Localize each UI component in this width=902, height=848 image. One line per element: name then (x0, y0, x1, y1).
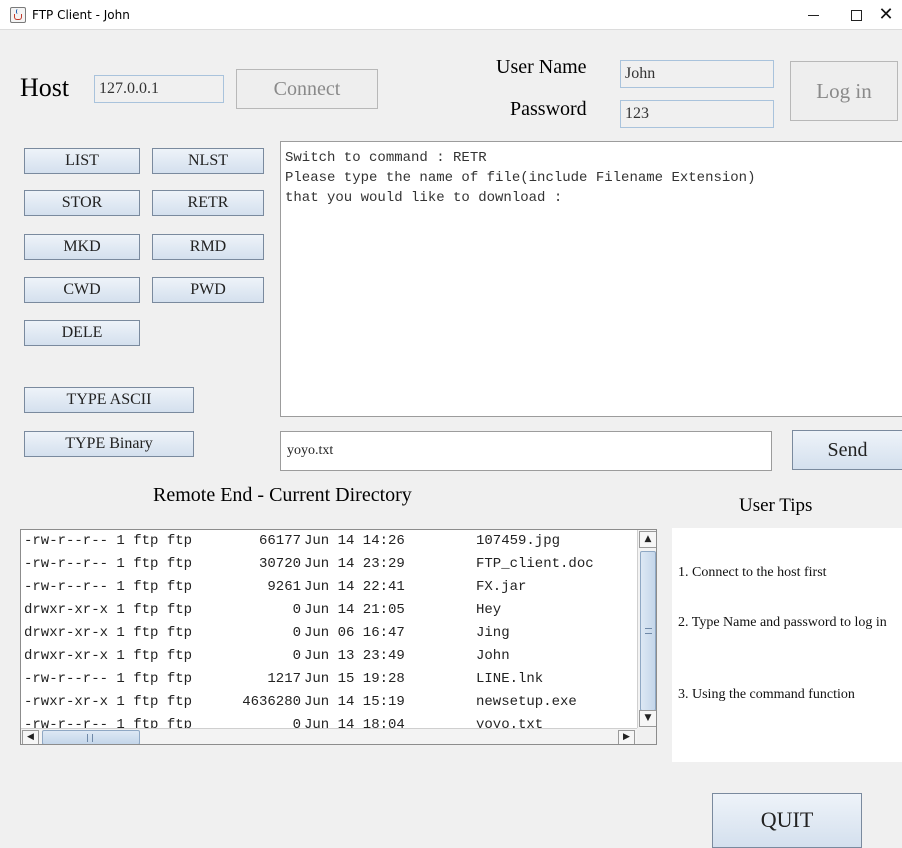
file-name: LINE.lnk (476, 671, 544, 687)
file-size: 30720 (258, 556, 301, 572)
type-ascii-button[interactable]: TYPE ASCII (24, 387, 194, 413)
title-bar: FTP Client - John ✕ (0, 0, 902, 30)
file-date: Jun 14 14:26 (304, 533, 405, 549)
output-text-area[interactable]: Switch to command : RETR Please type the… (280, 141, 902, 417)
file-date: Jun 15 19:28 (304, 671, 405, 687)
host-input[interactable]: 127.0.0.1 (94, 75, 224, 103)
list-button[interactable]: LIST (24, 148, 140, 174)
horizontal-scroll-thumb[interactable] (42, 730, 140, 744)
username-input[interactable]: John (620, 60, 774, 88)
password-label: Password (510, 98, 587, 120)
scroll-up-icon[interactable]: ▲ (639, 531, 656, 548)
file-size: 0 (292, 602, 301, 618)
user-tips-panel: 1. Connect to the host first 2. Type Nam… (672, 528, 902, 762)
minimize-icon[interactable] (790, 0, 836, 30)
file-size: 66177 (258, 533, 301, 549)
output-line: Switch to command : RETR (285, 150, 487, 166)
tip-item: 3. Using the command function (678, 687, 855, 702)
output-line: that you would like to download : (285, 190, 563, 206)
scroll-corner (637, 728, 656, 744)
file-row[interactable]: -rw-r--r-- 1 ftp ftp 1217 Jun 15 19:28 LINE… (21, 668, 638, 691)
file-date: Jun 14 21:05 (304, 602, 405, 618)
file-name: 107459.jpg (476, 533, 561, 549)
tip-item: 1. Connect to the host first (678, 565, 827, 580)
stor-button[interactable]: STOR (24, 190, 140, 216)
file-permissions: -rw-r--r-- 1 ftp ftp (24, 533, 193, 549)
vertical-scroll-thumb[interactable] (640, 551, 656, 711)
file-date: Jun 14 15:19 (304, 694, 405, 710)
remote-file-list[interactable]: -rw-r--r-- 1 ftp ftp 66177 Jun 14 14:26 107… (20, 529, 657, 745)
file-date: Jun 14 18:04 (304, 717, 405, 728)
command-input[interactable]: yoyo.txt (280, 431, 772, 471)
file-row[interactable]: -rw-r--r-- 1 ftp ftp 9261 Jun 14 22:41 FX.j… (21, 576, 638, 599)
scroll-down-icon[interactable]: ▼ (639, 710, 656, 727)
file-name: Jing (476, 625, 510, 641)
file-permissions: -rw-r--r-- 1 ftp ftp (24, 556, 193, 572)
file-rows: -rw-r--r-- 1 ftp ftp 66177 Jun 14 14:26 107… (21, 530, 638, 728)
file-permissions: -rw-r--r-- 1 ftp ftp (24, 579, 193, 595)
connect-button[interactable]: Connect (236, 69, 378, 109)
file-name: John (476, 648, 510, 664)
output-line: Please type the name of file(include Fil… (285, 170, 756, 186)
file-row[interactable]: drwxr-xr-x 1 ftp ftp 0 Jun 14 21:05 Hey (21, 599, 638, 622)
file-date: Jun 14 23:29 (304, 556, 405, 572)
mkd-button[interactable]: MKD (24, 234, 140, 260)
host-label: Host (20, 73, 70, 102)
file-size: 0 (292, 717, 301, 728)
file-permissions: -rw-r--r-- 1 ftp ftp (24, 671, 193, 687)
file-name: Hey (476, 602, 502, 618)
file-row[interactable]: -rw-r--r-- 1 ftp ftp 0 Jun 14 18:04 yoyo.tx… (21, 714, 638, 728)
scroll-right-icon[interactable]: ▶ (618, 730, 635, 744)
cwd-button[interactable]: CWD (24, 277, 140, 303)
file-size: 0 (292, 625, 301, 641)
send-button[interactable]: Send (792, 430, 902, 470)
file-name: yoyo.txt (476, 717, 544, 728)
type-binary-button[interactable]: TYPE Binary (24, 431, 194, 457)
vertical-scrollbar[interactable]: ▲ ▼ (637, 530, 656, 728)
file-permissions: drwxr-xr-x 1 ftp ftp (24, 625, 193, 641)
rmd-button[interactable]: RMD (152, 234, 264, 260)
dele-button[interactable]: DELE (24, 320, 140, 346)
java-cup-icon (10, 7, 26, 23)
window-title: FTP Client - John (32, 8, 130, 22)
file-date: Jun 06 16:47 (304, 625, 405, 641)
tip-item: 2. Type Name and password to log in (678, 615, 887, 630)
file-size: 9261 (267, 579, 301, 595)
file-row[interactable]: -rw-r--r-- 1 ftp ftp 66177 Jun 14 14:26 107… (21, 530, 638, 553)
file-row[interactable]: drwxr-xr-x 1 ftp ftp 0 Jun 13 23:49 John (21, 645, 638, 668)
file-row[interactable]: -rw-r--r-- 1 ftp ftp 30720 Jun 14 23:29 FTP… (21, 553, 638, 576)
file-date: Jun 14 22:41 (304, 579, 405, 595)
horizontal-scrollbar[interactable]: ◀ ▶ (21, 728, 637, 744)
file-permissions: -rw-r--r-- 1 ftp ftp (24, 717, 193, 728)
username-label: User Name (496, 56, 587, 78)
nlst-button[interactable]: NLST (152, 148, 264, 174)
password-input[interactable]: 123 (620, 100, 774, 128)
pwd-button[interactable]: PWD (152, 277, 264, 303)
file-name: FX.jar (476, 579, 527, 595)
file-row[interactable]: -rwxr-xr-x 1 ftp ftp 4636280 Jun 14 15:19 n… (21, 691, 638, 714)
file-permissions: -rwxr-xr-x 1 ftp ftp (24, 694, 193, 710)
file-size: 4636280 (242, 694, 301, 710)
file-permissions: drwxr-xr-x 1 ftp ftp (24, 648, 193, 664)
tips-heading: User Tips (739, 495, 813, 516)
file-date: Jun 13 23:49 (304, 648, 405, 664)
file-size: 1217 (267, 671, 301, 687)
file-permissions: drwxr-xr-x 1 ftp ftp (24, 602, 193, 618)
file-size: 0 (292, 648, 301, 664)
file-row[interactable]: drwxr-xr-x 1 ftp ftp 0 Jun 06 16:47 Jing (21, 622, 638, 645)
file-name: newsetup.exe (476, 694, 577, 710)
close-icon[interactable]: ✕ (870, 0, 902, 30)
scroll-left-icon[interactable]: ◀ (22, 730, 39, 744)
retr-button[interactable]: RETR (152, 190, 264, 216)
file-name: FTP_client.doc (476, 556, 594, 572)
quit-button[interactable]: QUIT (712, 793, 862, 848)
remote-heading: Remote End - Current Directory (153, 484, 412, 506)
login-button[interactable]: Log in (790, 61, 898, 121)
